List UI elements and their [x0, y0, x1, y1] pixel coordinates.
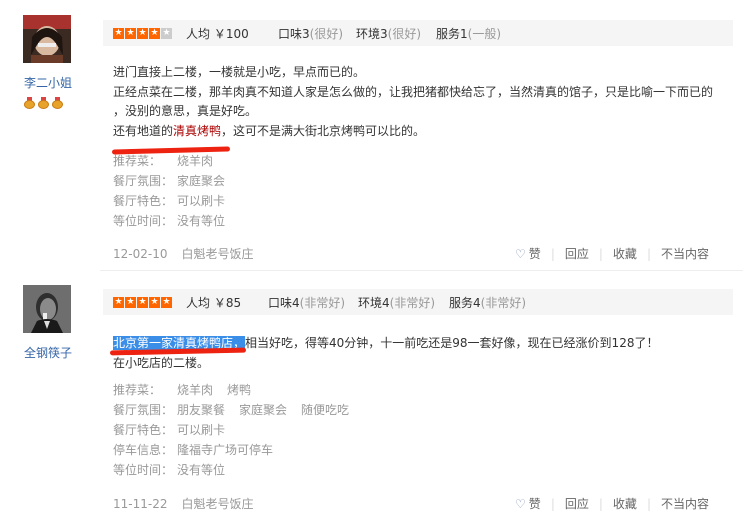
star-icon: ★ [113, 296, 124, 308]
taste-score: 口味3(很好) [278, 26, 344, 41]
report-button[interactable]: 不当内容 [651, 245, 719, 262]
service-score: 服务4(非常好) [449, 295, 527, 310]
review-meta: 11-11-22 白魁老号饭庄 [113, 495, 253, 512]
review-text: 进门直接上二楼，一楼就是小吃，早点而已的。 正经点菜在二楼，那羊肉真不知道人家是… [113, 63, 733, 141]
reply-button[interactable]: 回应 [555, 495, 599, 512]
detail-row: 餐厅特色： 可以刷卡 [113, 194, 226, 208]
star-icon: ★ [137, 27, 148, 39]
shop-name[interactable]: 白魁老号饭庄 [181, 247, 253, 261]
rating-bar: ★ ★ ★ ★ ★ 人均 ￥85 口味4(非常好) 环境4(非常好) 服务4(非… [103, 289, 733, 315]
review-details: 推荐菜： 烧羊肉 烤鸭 餐厅氛围： 朋友聚餐 家庭聚会 随便吃吃 餐厅特色： 可以刷卡 停车… [113, 380, 363, 480]
star-icon: ★ [125, 296, 136, 308]
divider [100, 270, 743, 271]
detail-row: 等位时间： 没有等位 [113, 214, 226, 228]
environment-score: 环境3(很好) [356, 26, 422, 41]
user-level-badges [24, 97, 63, 109]
review-date: 11-11-22 [113, 497, 168, 511]
favorite-button[interactable]: 收藏 [603, 245, 647, 262]
rating-bar: ★ ★ ★ ★ ★ 人均 ￥100 口味3(很好) 环境3(很好) 服务1(一般… [103, 20, 733, 46]
detail-row: 推荐菜： 烧羊肉 [113, 154, 214, 168]
review-line: 还有地道的清真烤鸭，这可不是满大街北京烤鸭可以比的。 [113, 123, 426, 138]
detail-row: 餐厅特色： 可以刷卡 [113, 423, 226, 437]
environment-score: 环境4(非常好) [358, 295, 436, 310]
avatar[interactable] [23, 285, 71, 333]
review-line: 进门直接上二楼，一楼就是小吃，早点而已的。 [113, 65, 366, 79]
review-item: 全钢筷子 ★ ★ ★ ★ ★ 人均 ￥85 口味4(非常好) 环境4(非常好) … [0, 278, 743, 524]
star-icon: ★ [137, 296, 148, 308]
review-actions: ♡ 赞 | 回应 | 收藏 | 不当内容 [505, 495, 719, 512]
favorite-button[interactable]: 收藏 [603, 495, 647, 512]
review-details: 推荐菜： 烧羊肉 餐厅氛围： 家庭聚会 餐厅特色： 可以刷卡 等位时间： 没有等位 [113, 151, 239, 231]
star-icon: ★ [161, 296, 172, 308]
username[interactable]: 全钢筷子 [0, 344, 96, 361]
reply-button[interactable]: 回应 [555, 245, 599, 262]
report-button[interactable]: 不当内容 [651, 495, 719, 512]
star-rating: ★ ★ ★ ★ ★ [113, 296, 172, 308]
avg-price: 人均 ￥100 [186, 26, 249, 41]
service-score: 服务1(一般) [436, 26, 502, 41]
review-text: 北京第一家清真烤鸭店，相当好吃，得等40分钟，十一前吃还是98一套好像，现在已经… [113, 334, 733, 373]
review-date: 12-02-10 [113, 247, 168, 261]
username[interactable]: 李二小姐 [0, 74, 96, 91]
star-icon: ★ [161, 27, 172, 39]
like-button[interactable]: ♡ 赞 [505, 495, 551, 512]
like-button[interactable]: ♡ 赞 [505, 245, 551, 262]
heart-icon: ♡ [515, 247, 526, 261]
review-actions: ♡ 赞 | 回应 | 收藏 | 不当内容 [505, 245, 719, 262]
star-icon: ★ [149, 27, 160, 39]
medal-icon [38, 97, 49, 109]
medal-icon [24, 97, 35, 109]
taste-score: 口味4(非常好) [268, 295, 346, 310]
shop-name[interactable]: 白魁老号饭庄 [181, 497, 253, 511]
avatar[interactable] [23, 15, 71, 63]
review-line: 在小吃店的二楼。 [113, 355, 210, 370]
heart-icon: ♡ [515, 497, 526, 511]
review-line: ，没别的意思，真是好吃。 [113, 104, 258, 118]
review-meta: 12-02-10 白魁老号饭庄 [113, 245, 253, 262]
medal-icon [52, 97, 63, 109]
star-icon: ★ [149, 296, 160, 308]
star-icon: ★ [125, 27, 136, 39]
detail-row: 推荐菜： 烧羊肉 烤鸭 [113, 383, 252, 397]
highlight-keyword[interactable]: 清真烤鸭 [173, 124, 221, 138]
detail-row: 停车信息： 隆福寺广场可停车 [113, 443, 274, 457]
star-icon: ★ [113, 27, 124, 39]
star-rating: ★ ★ ★ ★ ★ [113, 27, 172, 39]
review-line: 正经点菜在二楼，那羊肉真不知道人家是怎么做的，让我把猪都快给忘了，当然清真的馆子… [113, 84, 714, 99]
detail-row: 餐厅氛围： 家庭聚会 [113, 174, 226, 188]
review-item: 李二小姐 ★ ★ ★ ★ ★ 人均 ￥100 口味3(很好) 环境3(很好) 服… [0, 0, 743, 268]
avg-price: 人均 ￥85 [186, 295, 242, 310]
detail-row: 餐厅氛围： 朋友聚餐 家庭聚会 随便吃吃 [113, 403, 350, 417]
detail-row: 等位时间： 没有等位 [113, 463, 226, 477]
